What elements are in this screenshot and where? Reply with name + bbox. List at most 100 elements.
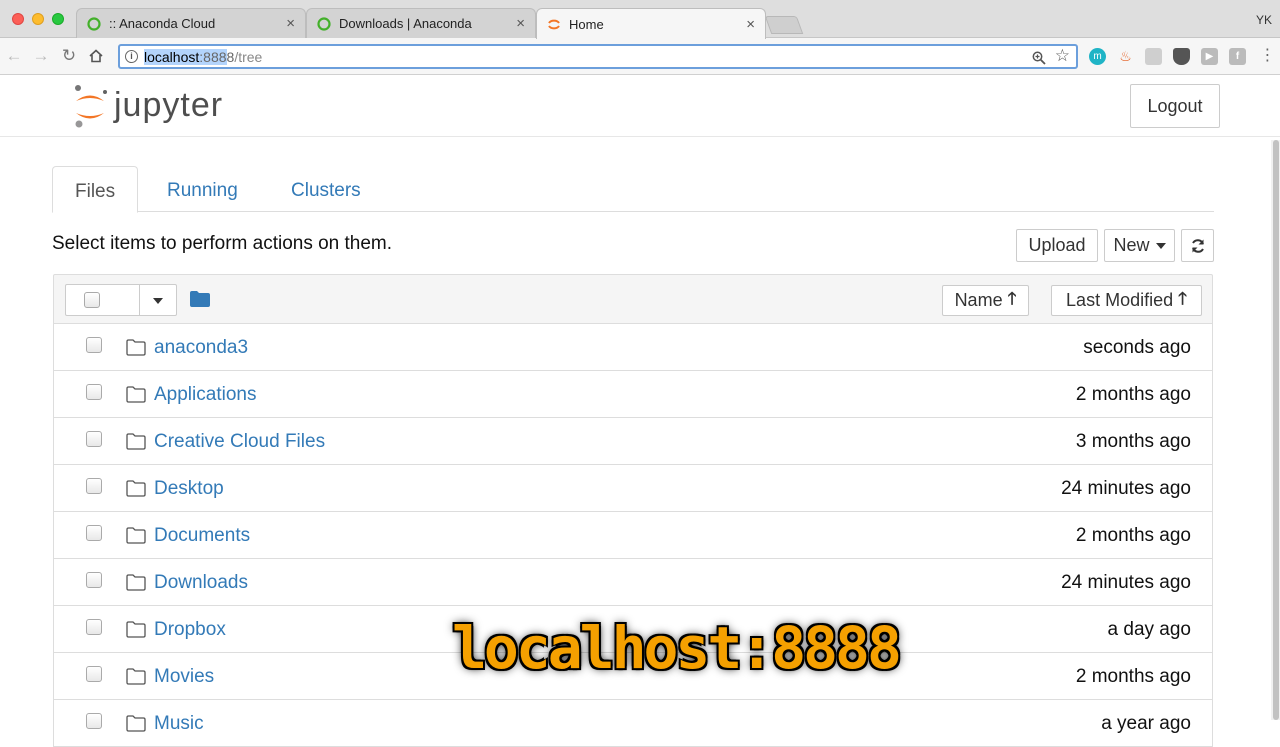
file-name-link[interactable]: Creative Cloud Files — [154, 431, 325, 453]
folder-icon[interactable] — [190, 291, 210, 307]
file-name-link[interactable]: Dropbox — [154, 619, 226, 641]
browser-tab-home[interactable]: Home × — [536, 8, 766, 39]
url-text[interactable]: localhost:8888/tree — [144, 49, 262, 65]
upload-button[interactable]: Upload — [1016, 229, 1098, 262]
row-checkbox[interactable] — [86, 619, 102, 635]
sort-name-label: Name — [954, 290, 1003, 310]
file-list: anaconda3 seconds ago Applications 2 mon… — [53, 324, 1213, 747]
scrollbar-thumb[interactable] — [1273, 140, 1279, 720]
file-name-link[interactable]: Documents — [154, 525, 250, 547]
list-item[interactable]: anaconda3 seconds ago — [53, 324, 1213, 371]
page-scrollbar[interactable] — [1271, 140, 1280, 720]
tab-clusters[interactable]: Clusters — [269, 166, 383, 212]
selection-hint: Select items to perform actions on them. — [52, 233, 393, 254]
select-all-checkbox[interactable] — [84, 292, 100, 308]
list-item[interactable]: Music a year ago — [53, 700, 1213, 747]
folder-outline-icon — [126, 715, 146, 732]
url-host: localhost — [144, 49, 200, 65]
file-name-link[interactable]: Movies — [154, 666, 214, 688]
address-bar[interactable]: i localhost:8888/tree ☆ — [118, 44, 1078, 69]
video-caption-overlay: localhost:8888 — [452, 614, 902, 682]
tab-running[interactable]: Running — [145, 166, 260, 212]
sort-by-name-button[interactable]: Name 🡑 — [942, 285, 1029, 316]
row-checkbox[interactable] — [86, 384, 102, 400]
folder-outline-icon — [126, 574, 146, 591]
row-checkbox[interactable] — [86, 666, 102, 682]
file-name-link[interactable]: Applications — [154, 384, 256, 406]
modified-time: a year ago — [1101, 713, 1191, 734]
jupyter-logo-icon — [75, 85, 107, 128]
tab-label: :: Anaconda Cloud — [109, 16, 216, 31]
folder-outline-icon — [126, 668, 146, 685]
pocket-icon[interactable] — [1173, 48, 1190, 65]
back-icon[interactable]: ← — [4, 46, 24, 66]
logout-button[interactable]: Logout — [1130, 84, 1220, 128]
folder-outline-icon — [126, 480, 146, 497]
list-item[interactable]: Documents 2 months ago — [53, 512, 1213, 559]
close-window-button[interactable] — [12, 13, 24, 25]
arrow-up-icon: 🡑 — [1178, 289, 1187, 308]
browser-tab-downloads[interactable]: Downloads | Anaconda × — [306, 8, 536, 38]
modified-time: 2 months ago — [1075, 666, 1191, 687]
facebook-icon[interactable]: f — [1229, 48, 1246, 65]
dashboard-tabs: Files Running Clusters — [52, 166, 1214, 213]
bookmark-star-icon[interactable]: ☆ — [1055, 46, 1070, 66]
arrow-up-icon: 🡑 — [1007, 289, 1017, 308]
row-checkbox[interactable] — [86, 337, 102, 353]
new-button-label: New — [1113, 235, 1150, 255]
select-all-control[interactable] — [65, 284, 177, 316]
row-checkbox[interactable] — [86, 478, 102, 494]
new-tab-button[interactable] — [764, 16, 804, 34]
extension-play-icon[interactable]: ▶ — [1201, 48, 1218, 65]
anaconda-icon — [87, 16, 101, 31]
file-name-link[interactable]: Music — [154, 713, 204, 735]
menu-icon[interactable]: ⋮ — [1259, 48, 1276, 65]
row-checkbox[interactable] — [86, 572, 102, 588]
tab-files[interactable]: Files — [52, 166, 139, 213]
list-item[interactable]: Creative Cloud Files 3 months ago — [53, 418, 1213, 465]
jupyter-icon — [548, 19, 560, 30]
close-icon[interactable]: × — [746, 16, 755, 33]
sort-modified-label: Last Modified — [1066, 290, 1174, 310]
extension-doc-icon[interactable] — [1145, 48, 1162, 65]
new-dropdown-button[interactable]: New — [1104, 229, 1175, 262]
chevron-down-icon[interactable] — [153, 298, 163, 304]
browser-tabstrip: :: Anaconda Cloud × Downloads | Anaconda… — [0, 0, 1280, 39]
forward-icon[interactable]: → — [31, 46, 51, 66]
browser-tab-anaconda-cloud[interactable]: :: Anaconda Cloud × — [76, 8, 306, 38]
url-port-selected: :888 — [199, 49, 227, 65]
modified-time: seconds ago — [1083, 337, 1191, 358]
jupyter-logo[interactable]: jupyter — [72, 84, 222, 135]
close-icon[interactable]: × — [286, 15, 295, 32]
file-name-link[interactable]: anaconda3 — [154, 337, 248, 359]
file-name-link[interactable]: Desktop — [154, 478, 224, 500]
row-checkbox[interactable] — [86, 713, 102, 729]
modified-time: a day ago — [1107, 619, 1191, 640]
extension-fire-icon[interactable]: ♨ — [1117, 48, 1134, 65]
list-item[interactable]: Desktop 24 minutes ago — [53, 465, 1213, 512]
close-icon[interactable]: × — [516, 15, 525, 32]
modified-time: 3 months ago — [1075, 431, 1191, 452]
zoom-icon[interactable] — [1032, 48, 1046, 68]
row-checkbox[interactable] — [86, 525, 102, 541]
folder-outline-icon — [126, 386, 146, 403]
home-icon[interactable] — [86, 46, 106, 66]
list-item[interactable]: Downloads 24 minutes ago — [53, 559, 1213, 606]
site-info-icon[interactable]: i — [125, 50, 138, 63]
anaconda-icon — [317, 16, 331, 31]
folder-outline-icon — [126, 433, 146, 450]
zoom-window-button[interactable] — [52, 13, 64, 25]
chevron-down-icon — [1155, 242, 1166, 249]
modified-time: 2 months ago — [1075, 525, 1191, 546]
refresh-button[interactable] — [1181, 229, 1214, 262]
minimize-window-button[interactable] — [32, 13, 44, 25]
sort-by-modified-button[interactable]: Last Modified 🡑 — [1051, 285, 1202, 316]
folder-outline-icon — [126, 527, 146, 544]
reload-icon[interactable]: ↻ — [59, 46, 79, 66]
divider — [139, 285, 140, 315]
row-checkbox[interactable] — [86, 431, 102, 447]
profile-badge[interactable]: YK — [1256, 13, 1272, 27]
file-name-link[interactable]: Downloads — [154, 572, 248, 594]
extension-m-icon[interactable]: m — [1089, 48, 1106, 65]
list-item[interactable]: Applications 2 months ago — [53, 371, 1213, 418]
